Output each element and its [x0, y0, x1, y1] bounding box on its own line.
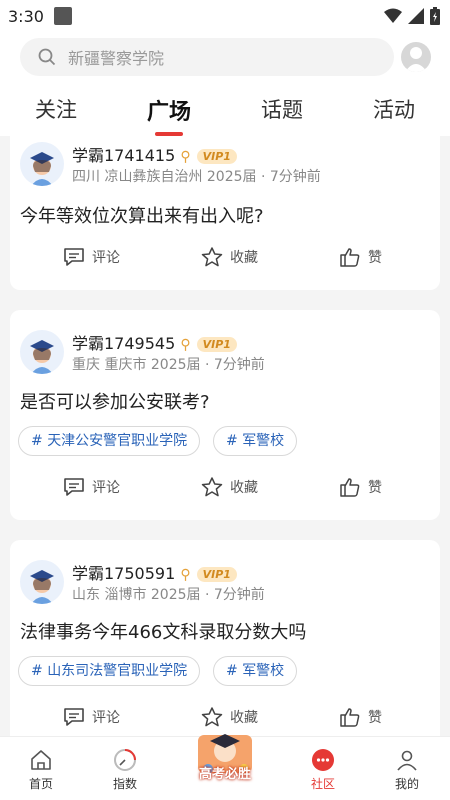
status-time: 3:30: [8, 6, 44, 26]
like-button[interactable]: 赞: [338, 706, 382, 728]
post-avatar[interactable]: [20, 330, 64, 374]
tag-label: 军警校: [242, 663, 285, 679]
vip-badge: VIP1: [196, 149, 237, 164]
comment-button[interactable]: 评论: [62, 476, 120, 498]
gauge-icon: [114, 749, 136, 771]
vip-badge: VIP1: [196, 337, 237, 352]
comment-label: 评论: [92, 480, 120, 496]
comment-button[interactable]: 评论: [62, 706, 120, 728]
username-text: 学霸1750591: [72, 564, 176, 583]
post-meta: 山东 淄博市 2025届 · 7分钟前: [72, 587, 265, 603]
like-label: 赞: [368, 250, 382, 266]
star-icon: [201, 707, 223, 727]
post-feed[interactable]: 学霸1741415 ⚲ VIP1 四川 凉山彝族自治州 2025届 · 7分钟前 …: [0, 136, 450, 736]
nav-community[interactable]: 社区: [288, 745, 358, 792]
nav-index-label: 指数: [112, 777, 137, 791]
post-username[interactable]: 学霸1741415 ⚲ VIP1: [72, 142, 237, 166]
favorite-button[interactable]: 收藏: [200, 706, 258, 728]
post-card[interactable]: 学霸1741415 ⚲ VIP1 四川 凉山彝族自治州 2025届 · 7分钟前 …: [10, 136, 440, 290]
favorite-label: 收藏: [230, 480, 258, 496]
thumbs-up-icon: [340, 478, 360, 497]
tab-activities[interactable]: 活动: [354, 94, 434, 124]
star-icon: [201, 247, 223, 267]
like-label: 赞: [368, 480, 382, 496]
search-placeholder: 新疆警察学院: [68, 49, 165, 68]
tab-follow[interactable]: 关注: [16, 94, 96, 124]
thumbs-up-icon: [340, 248, 360, 267]
comment-label: 评论: [92, 250, 120, 266]
tag-label: 山东司法警官职业学院: [47, 663, 188, 679]
post-username[interactable]: 学霸1750591 ⚲ VIP1: [72, 560, 237, 584]
post-card[interactable]: 学霸1749545 ⚲ VIP1 重庆 重庆市 2025届 · 7分钟前 是否可以…: [10, 310, 440, 520]
tab-square[interactable]: 广场: [129, 94, 209, 126]
notification-icon: [53, 7, 72, 25]
post-text[interactable]: 是否可以参加公安联考?: [20, 388, 210, 414]
post-username[interactable]: 学霸1749545 ⚲ VIP1: [72, 330, 237, 354]
battery-icon: [430, 7, 440, 25]
verified-icon: ⚲: [180, 149, 191, 165]
tag-label: 军警校: [242, 433, 285, 449]
post-text[interactable]: 今年等效位次算出来有出入呢?: [20, 202, 264, 228]
topic-tag[interactable]: # 军警校: [213, 656, 298, 686]
post-avatar[interactable]: [20, 142, 64, 186]
vip-badge: VIP1: [196, 567, 237, 582]
user-avatar[interactable]: [401, 42, 431, 72]
post-avatar[interactable]: [20, 560, 64, 604]
comment-icon: [64, 478, 84, 496]
signal-icon: [408, 8, 424, 24]
nav-gaokao-label: 高考必胜: [198, 767, 251, 782]
comment-button[interactable]: 评论: [62, 246, 120, 268]
favorite-button[interactable]: 收藏: [200, 246, 258, 268]
community-chat-icon: [312, 749, 334, 771]
nav-profile-label: 我的: [394, 777, 419, 791]
bottom-nav: 首页 指数 高考必胜 社区 我的: [0, 734, 450, 800]
favorite-label: 收藏: [230, 710, 258, 726]
post-card[interactable]: 学霸1750591 ⚲ VIP1 山东 淄博市 2025届 · 7分钟前 法律事务…: [10, 540, 440, 736]
tag-label: 天津公安警官职业学院: [47, 433, 188, 449]
like-button[interactable]: 赞: [338, 246, 382, 268]
username-text: 学霸1749545: [72, 334, 176, 353]
nav-community-label: 社区: [310, 777, 335, 791]
home-icon: [31, 750, 51, 770]
nav-gaokao-promo[interactable]: 高考必胜: [190, 729, 260, 795]
person-icon: [397, 750, 417, 771]
topic-tag[interactable]: # 山东司法警官职业学院: [18, 656, 201, 686]
top-bar: 新疆警察学院 关注 广场 话题 活动: [0, 32, 450, 136]
favorite-button[interactable]: 收藏: [200, 476, 258, 498]
search-input[interactable]: 新疆警察学院: [20, 38, 394, 76]
star-icon: [201, 477, 223, 497]
tab-topics[interactable]: 话题: [242, 94, 322, 124]
favorite-label: 收藏: [230, 250, 258, 266]
username-text: 学霸1741415: [72, 146, 176, 165]
like-label: 赞: [368, 710, 382, 726]
post-text[interactable]: 法律事务今年466文科录取分数大吗: [20, 618, 306, 644]
post-meta: 四川 凉山彝族自治州 2025届 · 7分钟前: [72, 169, 321, 185]
verified-icon: ⚲: [180, 567, 191, 583]
topic-tag[interactable]: # 天津公安警官职业学院: [18, 426, 201, 456]
verified-icon: ⚲: [180, 337, 191, 353]
nav-home[interactable]: 首页: [6, 745, 76, 792]
nav-profile[interactable]: 我的: [372, 745, 442, 792]
comment-icon: [64, 248, 84, 266]
wifi-icon: [384, 8, 402, 23]
comment-label: 评论: [92, 710, 120, 726]
comment-icon: [64, 708, 84, 726]
topic-tag[interactable]: # 军警校: [213, 426, 298, 456]
like-button[interactable]: 赞: [338, 476, 382, 498]
thumbs-up-icon: [340, 708, 360, 727]
post-meta: 重庆 重庆市 2025届 · 7分钟前: [72, 357, 265, 373]
status-bar: 3:30: [0, 0, 450, 32]
nav-index[interactable]: 指数: [90, 745, 160, 792]
search-icon: [38, 48, 56, 66]
nav-home-label: 首页: [28, 777, 53, 791]
tab-bar: 关注 广场 话题 活动: [0, 94, 450, 136]
